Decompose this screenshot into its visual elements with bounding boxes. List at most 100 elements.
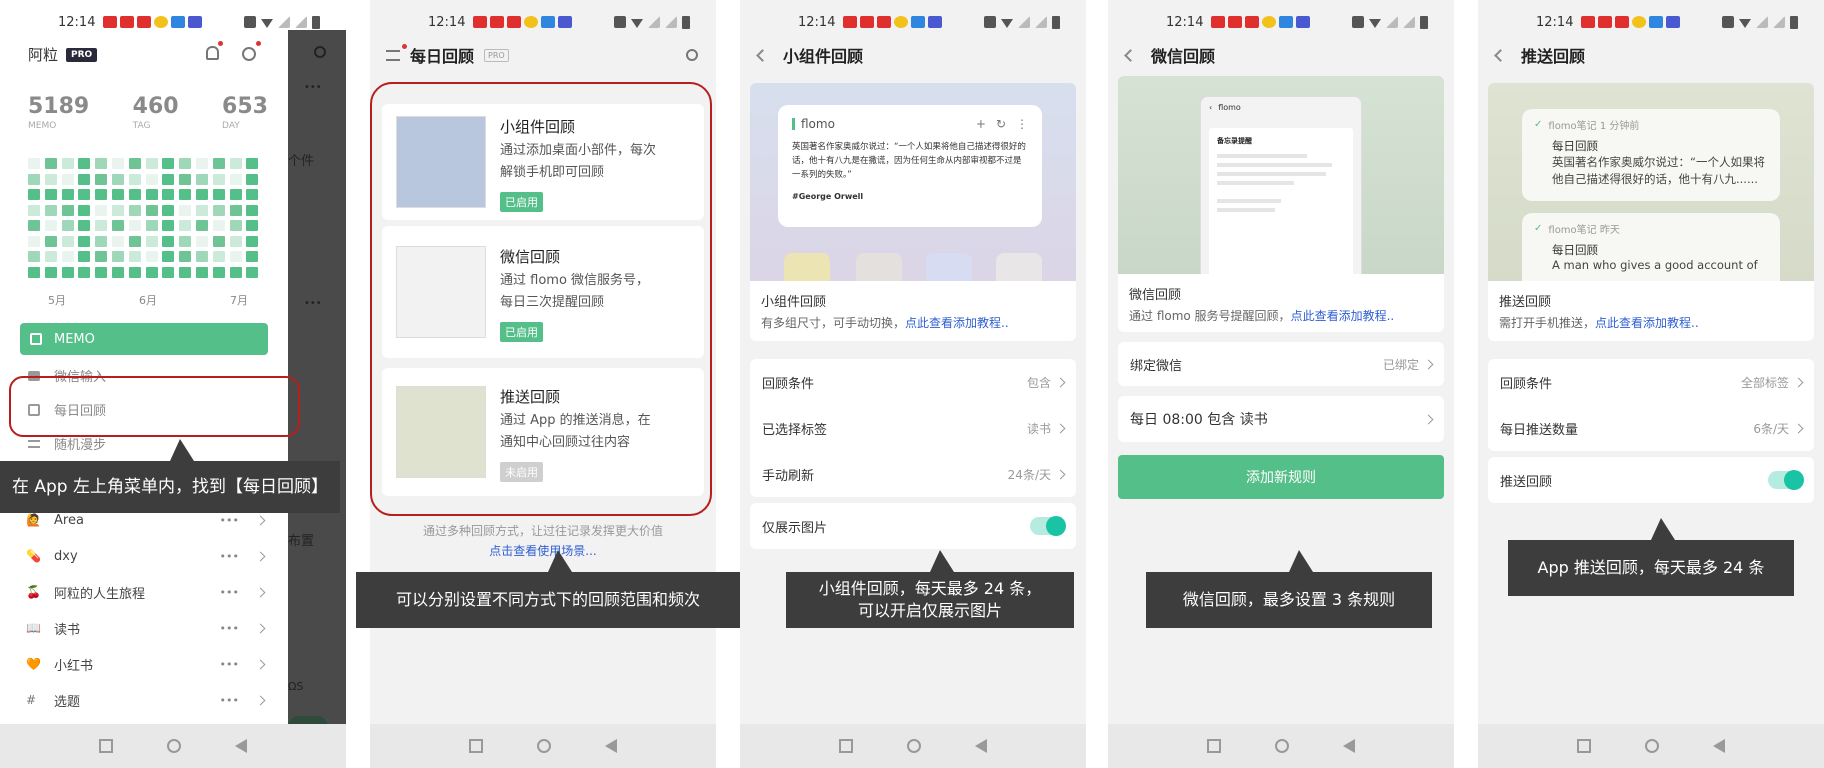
- back-button[interactable]: [605, 739, 617, 753]
- home-button[interactable]: [167, 739, 181, 753]
- top-bar: 微信回顾: [1108, 40, 1454, 70]
- more-dots-icon[interactable]: •••: [220, 550, 239, 563]
- push-preview: ✓ flomo笔记 1 分钟前 每日回顾 英国著名作家奥威尔说过：“一个人如果将他…: [1488, 83, 1814, 281]
- stats: 5189 MEMO 460 TAG 653 DAY: [28, 94, 268, 131]
- heatmap-cell: [95, 235, 108, 247]
- more-dots-icon[interactable]: •••: [220, 622, 239, 635]
- heatmap-cell: [212, 251, 225, 262]
- tag-item[interactable]: 🍒 阿粒的人生旅程 •••: [26, 580, 266, 604]
- notif-icon: [154, 16, 169, 28]
- heatmap-cell: [44, 251, 57, 262]
- recent-apps-button[interactable]: [839, 739, 853, 753]
- notif-icon: [1649, 16, 1664, 28]
- bell-icon[interactable]: [206, 46, 219, 60]
- settings-row[interactable]: 每日推送数量 6条/天: [1488, 405, 1814, 451]
- user-name: 阿粒: [28, 46, 59, 64]
- heatmap-cell: [61, 204, 74, 216]
- row-value: 全部标签: [1741, 374, 1804, 391]
- heatmap-cell: [128, 158, 141, 169]
- home-button[interactable]: [1645, 739, 1659, 753]
- signal-icon: [1035, 16, 1047, 28]
- settings-icon[interactable]: [242, 47, 256, 61]
- nav-bar: [1108, 724, 1454, 768]
- settings-row[interactable]: 手动刷新 24条/天: [750, 451, 1076, 497]
- notif-icon: [171, 16, 186, 28]
- refresh-icon[interactable]: ↻: [996, 117, 1006, 131]
- chevron-right-icon: [1055, 469, 1066, 479]
- plus-icon[interactable]: +: [976, 117, 986, 131]
- settings-row[interactable]: 已选择标签 读书: [750, 405, 1076, 451]
- recent-apps-button[interactable]: [469, 739, 483, 753]
- back-chevron-icon[interactable]: [1494, 48, 1507, 62]
- back-button[interactable]: [975, 739, 987, 753]
- notif-title: 每日回顾: [1552, 139, 1598, 153]
- images-only-toggle[interactable]: [1030, 516, 1066, 536]
- tutorial-link[interactable]: 点此查看添加教程..: [1595, 316, 1699, 330]
- heatmap-cell: [44, 235, 57, 247]
- more-icon[interactable]: ⋮: [1016, 117, 1028, 131]
- row-images-only[interactable]: 仅展示图片: [750, 503, 1076, 549]
- caption-5: App 推送回顾，每天最多 24 条: [1508, 518, 1794, 596]
- signal-icon: [1756, 16, 1768, 28]
- heatmap-cell: [95, 189, 108, 200]
- back-button[interactable]: [1343, 739, 1355, 753]
- heatmap-cell: [112, 173, 124, 185]
- more-dots-icon[interactable]: •••: [220, 514, 239, 527]
- notif-icon: [1262, 16, 1277, 28]
- menu-icon[interactable]: [386, 49, 400, 61]
- nav-bar: [1478, 724, 1824, 768]
- widget-preview: flomo + ↻ ⋮ 英国著名作家奥威尔说过：“一个人如果将他自己描述得很好的话，…: [750, 83, 1076, 281]
- tag-label: 选题: [54, 694, 81, 710]
- back-chevron-icon[interactable]: [1124, 48, 1137, 62]
- row-bind-wechat[interactable]: 绑定微信 已绑定: [1118, 342, 1444, 386]
- heatmap-cell: [145, 173, 158, 185]
- app-icon: [784, 253, 830, 281]
- back-button[interactable]: [235, 739, 247, 753]
- add-rule-button[interactable]: 添加新规则: [1118, 455, 1444, 499]
- heatmap-cell: [112, 158, 124, 169]
- notif-icon: [1615, 16, 1630, 28]
- dim-overlay[interactable]: ••• 个件 ••• 布置 ΩS: [288, 30, 346, 738]
- message-lines: [1217, 208, 1275, 212]
- tag-item[interactable]: 💊 dxy •••: [26, 544, 266, 568]
- heatmap-cell: [145, 266, 158, 278]
- home-button[interactable]: [1275, 739, 1289, 753]
- chevron-right-icon: [255, 623, 266, 633]
- heatmap-cell: [179, 251, 192, 262]
- row-push-review[interactable]: 推送回顾: [1488, 457, 1814, 503]
- search-icon[interactable]: [686, 49, 698, 61]
- chevron-right-icon: [1055, 377, 1066, 387]
- home-button[interactable]: [537, 739, 551, 753]
- tag-item[interactable]: 📖 读书 •••: [26, 616, 266, 640]
- footer-link[interactable]: 点击查看使用场景...: [370, 542, 716, 559]
- heatmap-cell: [28, 189, 40, 200]
- info-card: 微信回顾 通过 flomo 服务号提醒回顾，点此查看添加教程..: [1118, 274, 1444, 332]
- recent-apps-button[interactable]: [1577, 739, 1591, 753]
- settings-row[interactable]: 回顾条件 包含: [750, 359, 1076, 405]
- more-dots-icon[interactable]: •••: [220, 586, 239, 599]
- vibrate-icon: [244, 16, 256, 28]
- tag-item[interactable]: # 选题 •••: [26, 688, 266, 712]
- notif-icon: [558, 16, 573, 28]
- message-lines: [1217, 172, 1326, 176]
- more-dots-icon[interactable]: •••: [220, 694, 239, 707]
- rule-card: 每日 08:00 包含 读书: [1118, 396, 1444, 442]
- tutorial-link[interactable]: 点此查看添加教程..: [905, 316, 1009, 330]
- tag-item[interactable]: 🧡 小红书 •••: [26, 652, 266, 676]
- back-chevron-icon[interactable]: [756, 48, 769, 62]
- home-button[interactable]: [907, 739, 921, 753]
- push-review-toggle[interactable]: [1768, 470, 1804, 490]
- heatmap-cell: [196, 235, 208, 247]
- heatmap-cell: [95, 173, 108, 185]
- more-dots-icon[interactable]: •••: [220, 658, 239, 671]
- recent-apps-button[interactable]: [99, 739, 113, 753]
- app-icon: [856, 253, 902, 281]
- row-rule[interactable]: 每日 08:00 包含 读书: [1118, 396, 1444, 442]
- back-button[interactable]: [1713, 739, 1725, 753]
- menu-memo[interactable]: MEMO: [20, 323, 268, 355]
- settings-row[interactable]: 回顾条件 全部标签: [1488, 359, 1814, 405]
- tutorial-link[interactable]: 点此查看添加教程..: [1291, 309, 1395, 323]
- vibrate-icon: [1352, 16, 1364, 28]
- heatmap-cell: [61, 173, 74, 185]
- recent-apps-button[interactable]: [1207, 739, 1221, 753]
